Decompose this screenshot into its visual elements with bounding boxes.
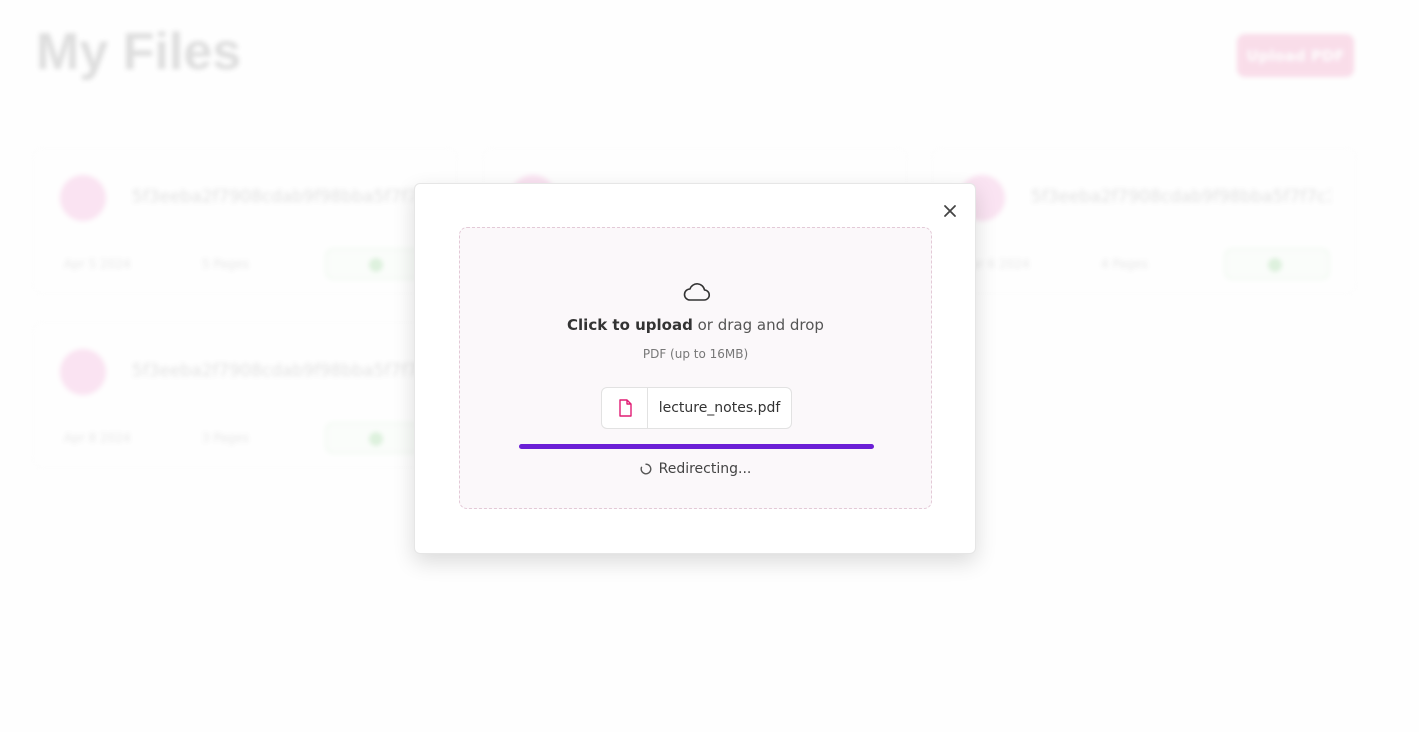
spinner-icon [640,463,652,475]
upload-instructions: Click to upload or drag and drop [460,316,931,334]
upload-progress-bar [519,444,874,449]
close-icon [944,205,956,217]
upload-modal: Click to upload or drag and drop PDF (up… [414,183,976,554]
upload-dropzone[interactable]: Click to upload or drag and drop PDF (up… [459,227,932,509]
selected-file: lecture_notes.pdf [601,387,792,429]
status-text: Redirecting... [658,461,752,477]
drag-and-drop-label: or drag and drop [692,316,824,334]
format-hint: PDF (up to 16MB) [642,347,749,361]
file-name: lecture_notes.pdf [658,400,781,416]
file-icon [618,399,632,417]
upload-progress-fill [519,444,874,449]
cloud-icon [683,283,711,301]
upload-status: Redirecting... [460,461,931,477]
close-button[interactable] [939,200,961,222]
click-to-upload-label[interactable]: Click to upload [567,316,693,334]
